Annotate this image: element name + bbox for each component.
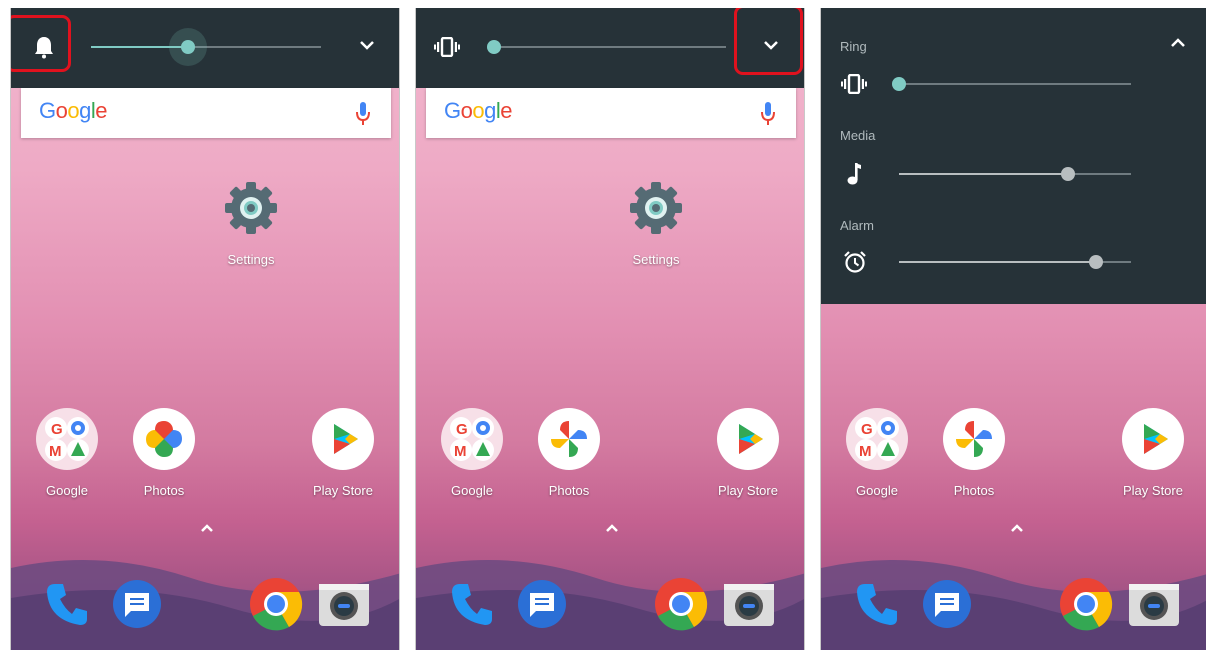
play-store-icon[interactable] [717,408,779,470]
volume-slider[interactable] [91,28,321,66]
messages-icon[interactable] [516,578,568,630]
messages-icon[interactable] [111,578,163,630]
google-folder-icon[interactable]: G M [36,408,98,470]
google-search-bar[interactable]: Google [426,88,796,138]
google-search-bar[interactable]: Google [21,88,391,138]
alarm-slider[interactable] [899,255,1131,269]
google-folder-icon[interactable]: G M [846,408,908,470]
bell-icon[interactable] [33,35,55,59]
app-label-photos: Photos [953,483,995,498]
ring-label: Ring [840,39,867,54]
app-label-photos: Photos [143,483,185,498]
svg-text:M: M [859,443,872,460]
alarm-icon[interactable] [843,250,867,274]
svg-text:M: M [454,443,467,460]
ring-slider[interactable] [892,77,1131,91]
svg-text:G: G [861,421,873,438]
photos-icon[interactable] [943,408,1005,470]
volume-panel [416,8,804,88]
svg-text:M: M [49,443,62,460]
volume-slider[interactable] [487,40,726,54]
google-logo: Google [39,98,108,123]
slider-fill [899,261,1096,263]
chevron-up-icon[interactable] [1171,38,1185,48]
settings-label: Settings [632,252,680,267]
photos-icon[interactable] [133,408,195,470]
photos-icon[interactable] [538,408,600,470]
vibrate-icon[interactable] [841,74,867,94]
play-store-icon[interactable] [1122,408,1184,470]
alarm-label: Alarm [840,218,874,233]
camera-icon[interactable] [1127,578,1181,630]
slider-thumb[interactable] [181,40,195,54]
play-store-icon[interactable] [312,408,374,470]
settings-label: Settings [227,252,275,267]
settings-gear-icon[interactable] [223,180,279,236]
app-label-play-store: Play Store [313,483,373,498]
messages-icon[interactable] [921,578,973,630]
settings-gear-icon[interactable] [628,180,684,236]
media-label: Media [840,128,876,143]
slider-fill [899,173,1068,175]
chevron-down-icon[interactable] [764,40,778,50]
app-drawer-chevron-up-icon[interactable] [605,523,619,533]
phone-icon[interactable] [41,578,93,630]
app-drawer-chevron-up-icon[interactable] [200,523,214,533]
chrome-icon[interactable] [653,576,709,632]
media-slider[interactable] [899,167,1131,181]
mic-icon[interactable] [355,101,371,127]
app-label-google: Google [451,483,493,498]
app-label-google: Google [46,483,88,498]
phone-icon[interactable] [446,578,498,630]
screen-1: Google Settings G M Google Photos Play S… [10,8,400,650]
slider-thumb[interactable] [1061,167,1075,181]
slider-thumb[interactable] [892,77,906,91]
google-folder-icon[interactable]: G M [441,408,503,470]
phone-icon[interactable] [851,578,903,630]
svg-text:G: G [456,421,468,438]
chrome-icon[interactable] [248,576,304,632]
mic-icon[interactable] [760,101,776,127]
screen-2: Google Settings G M Google Photos Play S… [415,8,805,650]
app-label-google: Google [856,483,898,498]
slider-thumb[interactable] [487,40,501,54]
slider-thumb[interactable] [1089,255,1103,269]
volume-panel-expanded: Ring Media Alarm [821,8,1206,304]
chevron-down-icon[interactable] [360,40,374,50]
svg-text:G: G [51,421,63,438]
volume-panel [11,8,399,88]
camera-icon[interactable] [722,578,776,630]
google-logo: Google [444,98,513,123]
chrome-icon[interactable] [1058,576,1114,632]
vibrate-icon[interactable] [434,37,460,57]
app-drawer-chevron-up-icon[interactable] [1010,523,1024,533]
app-label-play-store: Play Store [1123,483,1183,498]
music-note-icon[interactable] [847,162,863,186]
app-label-play-store: Play Store [718,483,778,498]
camera-icon[interactable] [317,578,371,630]
screen-3: Ring Media Alarm G M Google Photos Play … [820,8,1206,650]
app-label-photos: Photos [548,483,590,498]
